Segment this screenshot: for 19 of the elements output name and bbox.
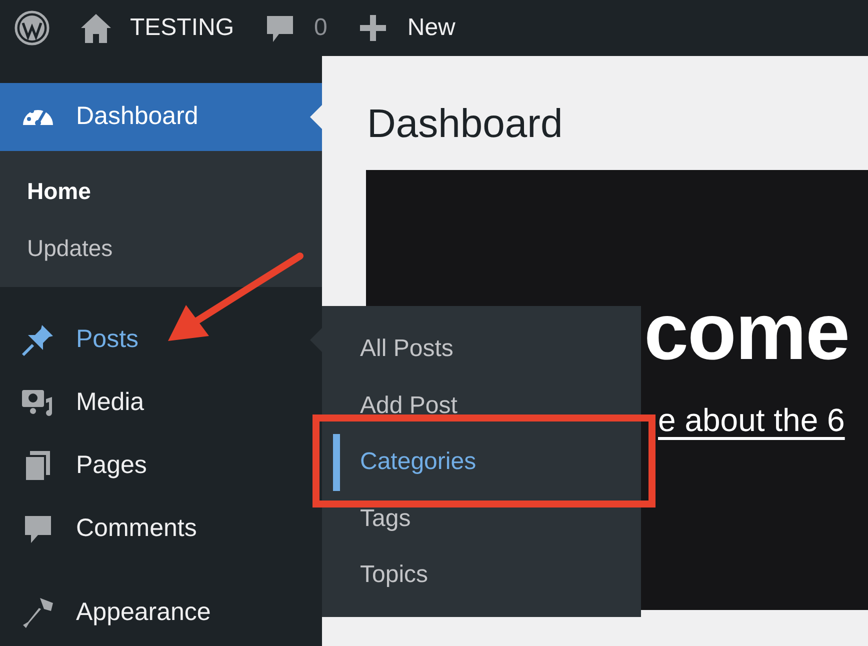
sidebar-menu-item[interactable]: Pages <box>0 434 322 497</box>
flyout-menu-item[interactable]: Tags <box>322 490 641 547</box>
page-title: Dashboard <box>367 101 564 148</box>
sidebar-menu-item[interactable]: Dashboard <box>0 83 322 151</box>
sidebar-menu-item[interactable]: Media <box>0 371 322 434</box>
flyout-menu-item[interactable]: Add Post <box>322 378 641 434</box>
submenu-item[interactable]: Updates <box>0 220 322 277</box>
new-content-link[interactable]: New <box>341 0 470 56</box>
flyout-menu-item[interactable]: All Posts <box>322 321 641 378</box>
wordpress-logo-icon <box>14 10 50 46</box>
submenu-item[interactable]: Home <box>0 163 322 220</box>
sidebar-menu-item[interactable]: Comments <box>0 497 322 560</box>
menu-pointer <box>310 105 322 129</box>
comments-link[interactable]: 0 <box>248 0 342 56</box>
site-name-link[interactable]: TESTING <box>64 0 248 56</box>
welcome-heading: come <box>644 292 849 372</box>
learn-more-link[interactable]: e about the 6 <box>658 396 845 444</box>
sidebar-menu-item[interactable]: Appearance <box>0 581 322 644</box>
flyout-menu-item[interactable]: Topics <box>322 547 641 604</box>
